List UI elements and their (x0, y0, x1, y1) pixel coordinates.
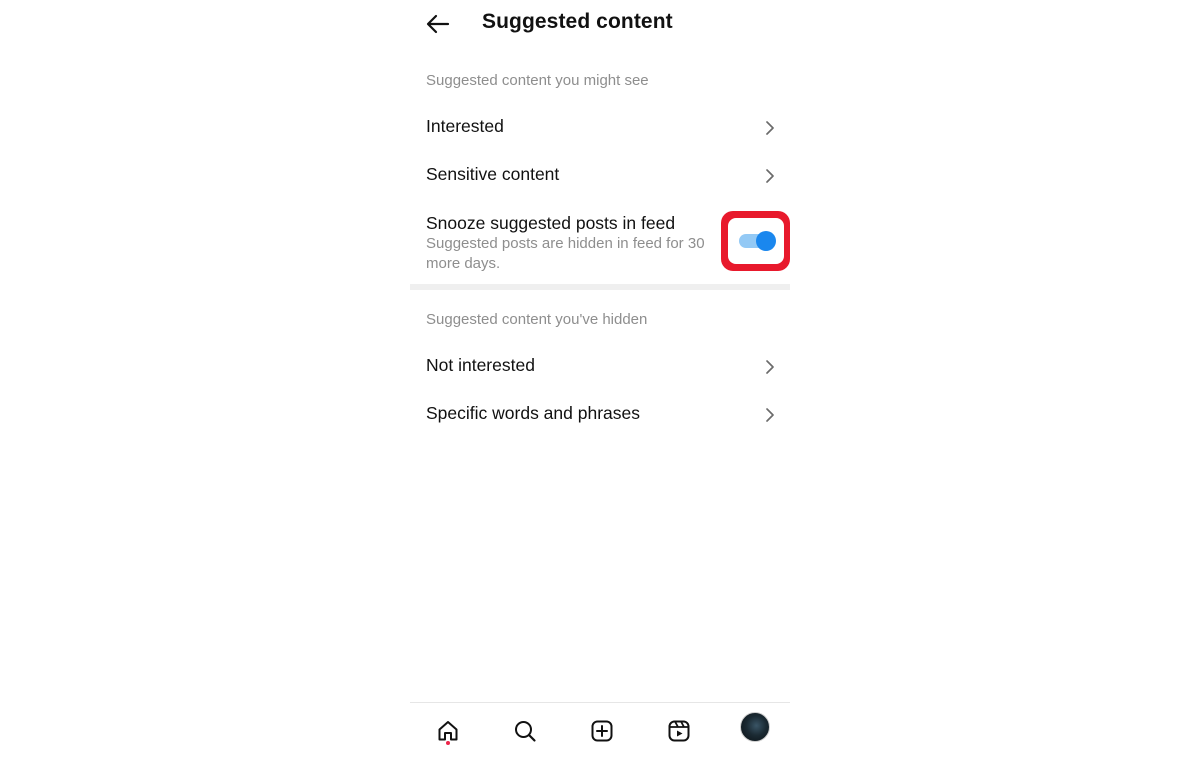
create-post-icon (591, 720, 613, 742)
section-heading-hidden: Suggested content you've hidden (426, 311, 648, 328)
arrow-left-icon (426, 14, 450, 34)
snooze-title: Snooze suggested posts in feed (426, 213, 676, 233)
snooze-subtitle: Suggested posts are hidden in feed for 3… (426, 235, 705, 272)
search-icon (515, 721, 536, 742)
profile-avatar[interactable] (740, 712, 770, 742)
chevron-right-icon (766, 121, 774, 135)
chevron-right-icon (766, 169, 774, 183)
page-title: Suggested content (482, 10, 673, 33)
nav-create[interactable] (582, 711, 622, 751)
section-divider (410, 284, 790, 290)
suggested-content-screen: Suggested content Suggested content you … (410, 0, 790, 760)
sensitive-content-label: Sensitive content (426, 164, 560, 184)
chevron-right-icon (766, 408, 774, 422)
nav-home[interactable] (428, 711, 468, 751)
nav-reels[interactable] (659, 711, 699, 751)
notification-dot (446, 741, 450, 745)
interested-label: Interested (426, 116, 504, 136)
reels-icon (668, 720, 690, 742)
toggle-knob (756, 231, 776, 251)
back-button[interactable] (424, 10, 452, 38)
bottom-navigation (410, 703, 790, 760)
interested-row[interactable]: Interested (410, 105, 790, 151)
nav-search[interactable] (505, 711, 545, 751)
section-heading-might-see: Suggested content you might see (426, 72, 649, 89)
not-interested-label: Not interested (426, 355, 535, 375)
not-interested-row[interactable]: Not interested (410, 344, 790, 390)
top-bar: Suggested content (410, 0, 790, 48)
chevron-right-icon (766, 360, 774, 374)
home-icon (438, 721, 458, 741)
specific-words-row[interactable]: Specific words and phrases (410, 392, 790, 438)
specific-words-label: Specific words and phrases (426, 403, 640, 423)
snooze-toggle[interactable] (728, 218, 784, 264)
sensitive-content-row[interactable]: Sensitive content (410, 153, 790, 199)
